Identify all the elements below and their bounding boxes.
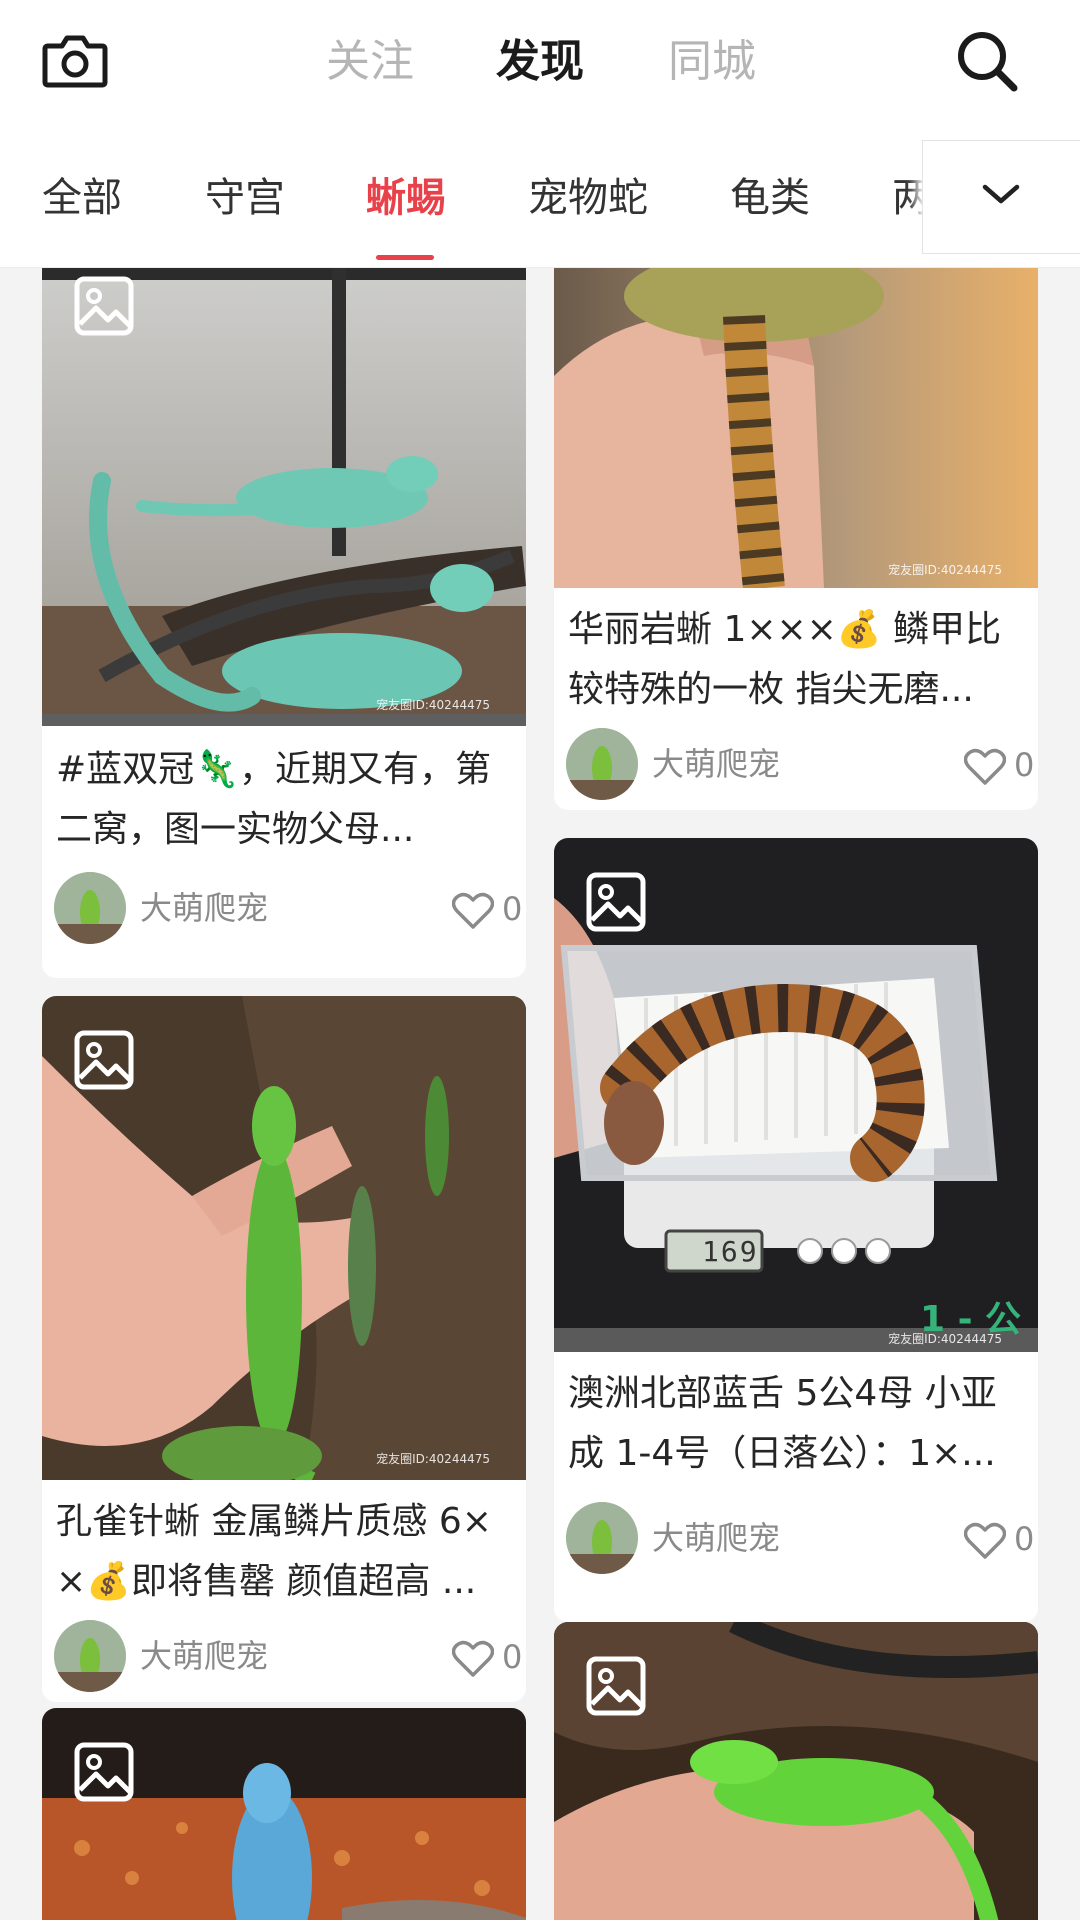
post-title[interactable]: 华丽岩蜥 1×××💰 鳞甲比较特殊的一枚 指尖无磨... bbox=[568, 600, 1026, 720]
image-post-icon bbox=[74, 276, 134, 336]
author-row[interactable]: 大萌爬宠 0 bbox=[566, 1502, 1034, 1576]
tab-local[interactable]: 同城 bbox=[668, 30, 756, 94]
scale-reading: 169 bbox=[702, 1235, 759, 1268]
chevron-down-icon bbox=[982, 184, 1020, 204]
tab-follow[interactable]: 关注 bbox=[326, 30, 414, 94]
heart-icon[interactable] bbox=[452, 1640, 494, 1678]
author-row[interactable]: 大萌爬宠 0 bbox=[54, 1620, 522, 1694]
post-image[interactable]: 宠友圈ID:40244475 bbox=[42, 268, 526, 726]
like-count: 0 bbox=[1014, 1520, 1035, 1558]
watermark: 宠友圈ID:40244475 bbox=[376, 698, 490, 712]
post-card[interactable]: 宠友圈ID:40244475 #蓝双冠🦎，近期又有，第二窝，图一实物父母... … bbox=[42, 268, 526, 978]
category-all[interactable]: 全部 bbox=[42, 166, 122, 230]
post-title[interactable]: 澳洲北部蓝舌 5公4母 小亚成 1-4号（日落公）：1×... bbox=[568, 1364, 1026, 1484]
tab-discover[interactable]: 发现 bbox=[496, 30, 584, 94]
heart-icon[interactable] bbox=[964, 1522, 1006, 1560]
author-row[interactable]: 大萌爬宠 0 bbox=[54, 872, 522, 946]
author-row[interactable]: 大萌爬宠 0 bbox=[566, 728, 1034, 802]
post-title[interactable]: 孔雀针蜥 金属鳞片质感 6××💰即将售罄 颜值超高 ... bbox=[56, 1492, 514, 1612]
post-image[interactable] bbox=[554, 1622, 1038, 1920]
post-image[interactable] bbox=[42, 1708, 526, 1920]
category-lizard[interactable]: 蜥蜴 bbox=[366, 166, 446, 230]
post-image[interactable]: 宠友圈ID:40244475 bbox=[42, 996, 526, 1480]
image-post-icon bbox=[74, 1030, 134, 1090]
image-post-icon bbox=[586, 1656, 646, 1716]
author-name[interactable]: 大萌爬宠 bbox=[140, 882, 268, 934]
post-card[interactable] bbox=[554, 1622, 1038, 1920]
post-image[interactable]: 169 1 - 公 宠友圈ID:40244475 bbox=[554, 838, 1038, 1352]
author-name[interactable]: 大萌爬宠 bbox=[652, 1512, 780, 1564]
avatar[interactable] bbox=[566, 1502, 638, 1574]
avatar[interactable] bbox=[54, 872, 126, 944]
author-name[interactable]: 大萌爬宠 bbox=[652, 738, 780, 790]
heart-icon[interactable] bbox=[964, 748, 1006, 786]
search-icon[interactable] bbox=[954, 28, 1020, 94]
category-gecko[interactable]: 守宫 bbox=[205, 166, 285, 230]
post-card[interactable]: 宠友圈ID:40244475 孔雀针蜥 金属鳞片质感 6××💰即将售罄 颜值超高… bbox=[42, 996, 526, 1702]
category-turtle[interactable]: 龟类 bbox=[730, 166, 810, 230]
post-feed[interactable]: 宠友圈ID:40244475 #蓝双冠🦎，近期又有，第二窝，图一实物父母... … bbox=[0, 268, 1080, 1920]
heart-icon[interactable] bbox=[452, 892, 494, 930]
like-count: 0 bbox=[502, 1638, 523, 1676]
more-categories-button[interactable] bbox=[922, 140, 1080, 254]
post-card[interactable]: 宠友圈ID:40244475 华丽岩蜥 1×××💰 鳞甲比较特殊的一枚 指尖无磨… bbox=[554, 268, 1038, 810]
camera-icon[interactable] bbox=[42, 32, 108, 88]
watermark: 宠友圈ID:40244475 bbox=[888, 1332, 1002, 1346]
category-bar: 全部 守宫 蜥蜴 宠物蛇 龟类 两 bbox=[0, 126, 1080, 268]
like-count: 0 bbox=[502, 890, 523, 928]
top-header: 关注 发现 同城 bbox=[0, 0, 1080, 126]
post-image[interactable]: 宠友圈ID:40244475 bbox=[554, 268, 1038, 588]
avatar[interactable] bbox=[54, 1620, 126, 1692]
image-post-icon bbox=[586, 872, 646, 932]
post-title[interactable]: #蓝双冠🦎，近期又有，第二窝，图一实物父母... bbox=[56, 740, 514, 860]
category-pet-snake[interactable]: 宠物蛇 bbox=[528, 166, 648, 230]
avatar[interactable] bbox=[566, 728, 638, 800]
active-category-indicator bbox=[376, 255, 434, 260]
post-card[interactable] bbox=[42, 1708, 526, 1920]
author-name[interactable]: 大萌爬宠 bbox=[140, 1630, 268, 1682]
watermark: 宠友圈ID:40244475 bbox=[888, 563, 1002, 577]
image-post-icon bbox=[74, 1742, 134, 1802]
post-card[interactable]: 169 1 - 公 宠友圈ID:40244475 澳洲北部蓝舌 5公4母 小亚成… bbox=[554, 838, 1038, 1622]
like-count: 0 bbox=[1014, 746, 1035, 784]
watermark: 宠友圈ID:40244475 bbox=[376, 1452, 490, 1466]
